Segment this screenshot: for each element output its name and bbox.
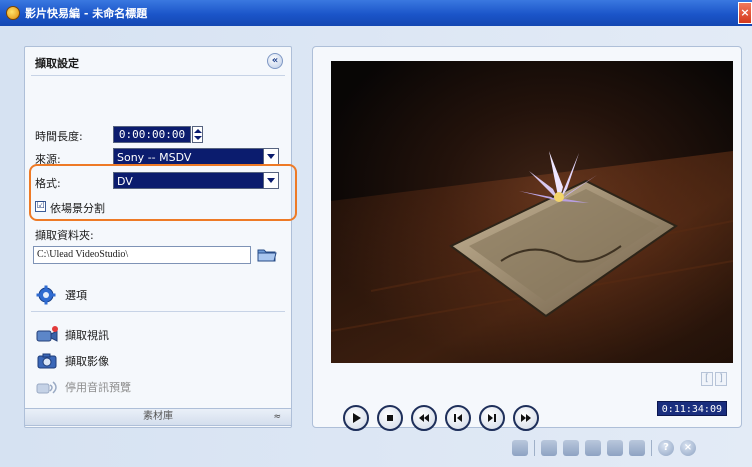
stop-icon xyxy=(387,415,393,421)
folder-label: 擷取資料夾: xyxy=(35,229,94,242)
options-label: 選項 xyxy=(65,289,87,302)
divider xyxy=(31,75,285,76)
client-area: 擷取設定 « 時間長度: 0:00:00:00 來源: Sony -- MSDV… xyxy=(0,26,752,467)
stop-button[interactable] xyxy=(377,405,403,431)
split-by-scene-label: 依場景分割 xyxy=(50,202,105,215)
capture-video-label: 擷取視訊 xyxy=(65,329,109,342)
step-forward-button[interactable] xyxy=(479,405,505,431)
capture-image-button[interactable]: 擷取影像 xyxy=(35,351,109,371)
window-title: 影片快易編 - 未命名標題 xyxy=(25,7,148,20)
library-label: 素材庫 xyxy=(143,411,173,422)
timecode-display[interactable]: 0:11:34:09 xyxy=(656,401,727,416)
capture-video-button[interactable]: 擷取視訊 xyxy=(35,325,109,345)
format-value: DV xyxy=(117,175,133,188)
fast-forward-icon xyxy=(521,414,531,422)
capture-image-label: 擷取影像 xyxy=(65,355,109,368)
camera-icon xyxy=(35,351,59,371)
step-back-icon xyxy=(454,414,462,422)
preview-panel: [ ] 0:11:34:09 xyxy=(312,46,742,431)
bottom-toolbar: ? × xyxy=(512,440,696,456)
preview-image xyxy=(331,61,733,363)
expand-icon[interactable]: ≈ xyxy=(273,409,281,425)
rewind-button[interactable] xyxy=(411,405,437,431)
redo-icon[interactable] xyxy=(629,440,645,456)
title-bar: 影片快易編 - 未命名標題 × xyxy=(0,0,752,26)
format-dropdown[interactable]: DV xyxy=(113,172,279,189)
divider xyxy=(534,440,535,456)
split-by-scene-checkbox[interactable]: ☑ xyxy=(35,201,46,212)
audio-view-icon[interactable] xyxy=(563,440,579,456)
timeline-icon[interactable] xyxy=(541,440,557,456)
video-preview xyxy=(331,61,733,363)
library-bar[interactable]: 素材庫 ≈ xyxy=(24,408,292,426)
close-button[interactable]: × xyxy=(738,2,752,24)
source-dropdown[interactable]: Sony -- MSDV xyxy=(113,148,279,165)
step-forward-icon xyxy=(488,414,496,422)
duration-spinner[interactable] xyxy=(192,126,203,143)
capture-settings-panel: 擷取設定 « 時間長度: 0:00:00:00 來源: Sony -- MSDV… xyxy=(24,46,297,428)
rewind-icon xyxy=(419,414,429,422)
insert-media-icon[interactable] xyxy=(585,440,601,456)
options-button[interactable]: 選項 xyxy=(35,285,87,305)
gear-icon xyxy=(35,285,59,305)
audio-preview-icon xyxy=(35,377,59,397)
dropdown-arrow-icon[interactable] xyxy=(263,173,278,188)
mark-out-button[interactable]: ] xyxy=(715,372,727,386)
fast-forward-button[interactable] xyxy=(513,405,539,431)
divider xyxy=(651,440,652,456)
format-label: 格式: xyxy=(35,177,61,190)
play-icon xyxy=(353,413,361,423)
duration-label: 時間長度: xyxy=(35,130,83,143)
exit-icon[interactable]: × xyxy=(680,440,696,456)
play-button[interactable] xyxy=(343,405,369,431)
folder-icon[interactable] xyxy=(257,247,277,262)
disable-audio-preview-label: 停用音訊預覽 xyxy=(65,381,131,394)
help-icon[interactable]: ? xyxy=(658,440,674,456)
mark-in-button[interactable]: [ xyxy=(701,372,713,386)
collapse-button[interactable]: « xyxy=(267,53,283,69)
source-value: Sony -- MSDV xyxy=(117,151,192,164)
panel-title: 擷取設定 xyxy=(35,57,79,70)
storyboard-icon[interactable] xyxy=(512,440,528,456)
duration-input[interactable]: 0:00:00:00 xyxy=(113,126,191,143)
dropdown-arrow-icon[interactable] xyxy=(263,149,278,164)
video-camera-icon xyxy=(35,325,59,345)
undo-icon[interactable] xyxy=(607,440,623,456)
transport-controls xyxy=(343,405,539,431)
capture-folder-input[interactable]: C:\Ulead VideoStudio\ xyxy=(33,246,251,264)
divider xyxy=(31,311,285,312)
disable-audio-preview-button[interactable]: 停用音訊預覽 xyxy=(35,377,131,397)
mark-buttons: [ ] xyxy=(701,372,727,386)
step-back-button[interactable] xyxy=(445,405,471,431)
app-icon xyxy=(6,6,20,20)
